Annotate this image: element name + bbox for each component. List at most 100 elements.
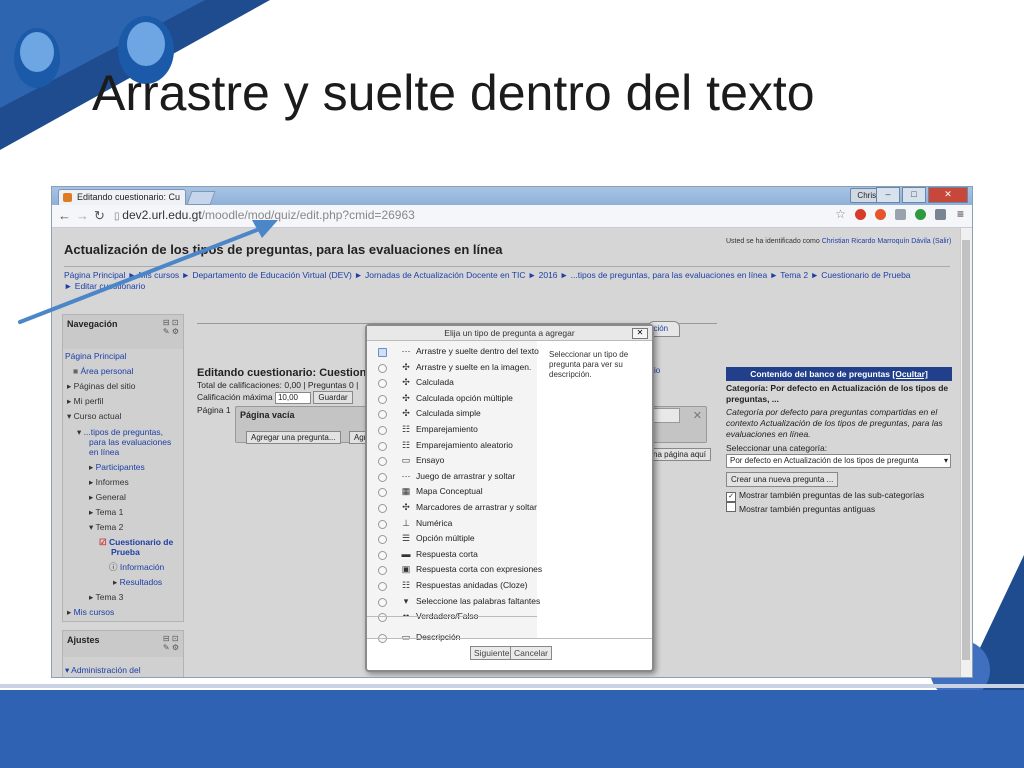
opera-icon[interactable]	[875, 209, 886, 220]
login-user-link[interactable]: Christian Ricardo Marroquín Dávila (Sali…	[822, 238, 952, 245]
question-type-option[interactable]: ✣ Arrastre y suelte en la imagen.	[367, 360, 537, 375]
nav-item-topic1[interactable]: ▸ Tema 1	[65, 505, 183, 520]
nav-item-topic2[interactable]: ▾ Tema 2	[65, 520, 183, 535]
breadcrumb-line-2[interactable]: ► Editar cuestionario	[64, 281, 950, 292]
max-grade-input[interactable]: 10,00	[274, 392, 311, 404]
reload-icon[interactable]: ↻	[94, 208, 105, 224]
question-type-option[interactable]: ▦ Mapa Conceptual	[367, 484, 537, 499]
minimize-icon[interactable]: –	[876, 187, 900, 203]
nav-item-course-line2[interactable]: para las evaluaciones	[65, 437, 183, 447]
checkbox-icon[interactable]	[726, 502, 736, 512]
radio-icon[interactable]	[378, 597, 387, 607]
block-controls-icon[interactable]: ⊟ ⊡ ✎ ⚙	[163, 318, 179, 336]
nav-item-participants[interactable]: ▸ Participantes	[65, 460, 183, 475]
browser-tab[interactable]: Editando cuestionario: Cu	[58, 189, 186, 205]
scrollbar-thumb[interactable]	[962, 240, 970, 660]
checkbox-checked-icon[interactable]: ✓	[726, 492, 736, 502]
question-type-option[interactable]: ☷ Emparejamiento	[367, 422, 537, 437]
link-fragment[interactable]: io	[654, 366, 660, 375]
nav-item-profile[interactable]: ▸ Mi perfil	[65, 394, 183, 409]
radio-icon[interactable]	[378, 457, 387, 467]
nav-item-site-pages[interactable]: ▸ Páginas del sitio	[65, 379, 183, 394]
question-type-option[interactable]: ⊥ Numérica	[367, 516, 537, 531]
radio-icon[interactable]	[378, 613, 387, 623]
question-type-option[interactable]: ✣ Calculada opción múltiple	[367, 391, 537, 406]
delete-icon[interactable]: ✕	[693, 409, 702, 422]
question-type-option[interactable]: ▣ Respuesta corta con expresiones	[367, 562, 542, 577]
question-type-option[interactable]: ☷ Emparejamiento aleatorio	[367, 438, 537, 453]
dialog-close-icon[interactable]: ✕	[632, 328, 648, 339]
breadcrumb-line-1[interactable]: Página Principal ► Mis cursos ► Departam…	[64, 270, 950, 281]
nav-item-quiz[interactable]: ☑ Cuestionario de	[65, 537, 183, 547]
chat-icon[interactable]	[895, 209, 906, 220]
nav-item-current-course[interactable]: ▾ Curso actual	[65, 409, 183, 424]
radio-icon[interactable]	[378, 535, 387, 545]
close-window-icon[interactable]: ✕	[928, 187, 968, 203]
nav-item-course-line3[interactable]: en línea	[65, 447, 183, 457]
question-type-option[interactable]: ✣ Marcadores de arrastrar y soltar	[367, 500, 537, 515]
nav-item-dashboard[interactable]: ■ Área personal	[65, 364, 183, 379]
question-type-option[interactable]: ✣ Calculada	[367, 375, 537, 390]
radio-icon[interactable]	[378, 441, 387, 451]
nav-item-course[interactable]: ▾ ...tipos de preguntas,	[65, 427, 183, 437]
radio-icon[interactable]	[378, 426, 387, 435]
question-type-option[interactable]: ▾ Seleccione las palabras faltantes	[367, 594, 540, 609]
category-select[interactable]: Por defecto en Actualización de los tipo…	[726, 454, 951, 468]
question-type-option[interactable]: ⋯ Arrastre y suelte dentro del texto	[367, 344, 539, 359]
radio-icon[interactable]	[378, 582, 387, 591]
nav-item-results[interactable]: ▸ Resultados	[65, 575, 183, 590]
green-extension-icon[interactable]	[915, 209, 926, 220]
radio-icon[interactable]	[378, 504, 387, 513]
hide-bank-link[interactable]: [Ocultar]	[892, 369, 927, 379]
question-type-option[interactable]: ▬ Respuesta corta	[367, 547, 537, 562]
radio-icon[interactable]	[378, 379, 387, 389]
add-question-button[interactable]: Agregar una pregunta...	[246, 431, 341, 444]
question-type-option[interactable]: ⋯ Juego de arrastrar y soltar	[367, 469, 537, 484]
radio-selected-icon[interactable]	[378, 348, 387, 357]
radio-icon[interactable]	[378, 519, 387, 529]
address-bar[interactable]: ▯ dev2.url.edu.gt/moodle/mod/quiz/edit.p…	[114, 208, 814, 223]
question-type-option[interactable]: ☷ Respuestas anidadas (Cloze)	[367, 578, 537, 593]
cancel-button[interactable]: Cancelar	[510, 646, 553, 660]
nav-item-my-courses-label: Mis cursos	[73, 607, 115, 617]
radio-icon[interactable]	[378, 410, 387, 420]
moodle-page: Usted se ha identificado como Christian …	[52, 228, 962, 677]
nav-item-home[interactable]: Página Principal	[65, 349, 183, 364]
radio-icon[interactable]	[378, 488, 387, 498]
nav-item-general[interactable]: ▸ General	[65, 490, 183, 505]
radio-icon[interactable]	[378, 394, 387, 404]
adblock-icon[interactable]	[855, 209, 866, 220]
radio-icon[interactable]	[378, 566, 387, 576]
save-grade-button[interactable]: Guardar	[313, 391, 353, 404]
new-tab-button[interactable]	[186, 191, 216, 205]
page-scrollbar[interactable]	[960, 228, 972, 677]
nav-item-reports[interactable]: ▸ Informes	[65, 475, 183, 490]
question-type-option[interactable]: ▭ Ensayo	[367, 453, 537, 468]
radio-icon[interactable]	[378, 472, 387, 482]
nav-item-participants-label: Participantes	[95, 462, 145, 472]
back-arrow-icon[interactable]: ←	[58, 208, 71, 223]
options-divider	[367, 616, 537, 617]
forward-arrow-icon[interactable]: →	[76, 208, 89, 223]
create-question-button[interactable]: Crear una nueva pregunta ...	[726, 472, 839, 487]
nav-item-info[interactable]: ⓘ Información	[65, 560, 183, 575]
star-icon[interactable]: ☆	[835, 208, 846, 220]
settings-controls-icon[interactable]: ⊟ ⊡ ✎ ⚙	[163, 634, 179, 652]
nav-item-quiz-line2[interactable]: Prueba	[65, 547, 183, 557]
maximize-icon[interactable]: □	[902, 187, 926, 203]
radio-icon[interactable]	[378, 550, 387, 560]
bank-header: Contenido del banco de preguntas [Oculta…	[726, 367, 952, 381]
subcats-checkbox-row[interactable]: ✓ Mostrar también preguntas de las sub-ca…	[726, 490, 952, 502]
file-icon[interactable]	[935, 209, 946, 220]
bank-select-label: Seleccionar una categoría:	[726, 443, 828, 453]
settings-item[interactable]: ▾ Administración del	[63, 663, 183, 677]
question-type-option[interactable]: ☰ Opción múltiple	[367, 531, 537, 546]
nav-item-my-courses[interactable]: ▸ Mis cursos	[65, 605, 183, 620]
menu-icon[interactable]: ≡	[955, 208, 966, 220]
question-type-option[interactable]: ✣ Calculada simple	[367, 406, 537, 421]
next-button[interactable]: Siguiente	[470, 646, 514, 660]
old-questions-checkbox-row[interactable]: Mostrar también preguntas antiguas	[726, 502, 952, 515]
radio-icon[interactable]	[378, 363, 387, 373]
new-page-button[interactable]: na página aquí	[648, 448, 711, 461]
nav-item-topic3[interactable]: ▸ Tema 3	[65, 590, 183, 605]
